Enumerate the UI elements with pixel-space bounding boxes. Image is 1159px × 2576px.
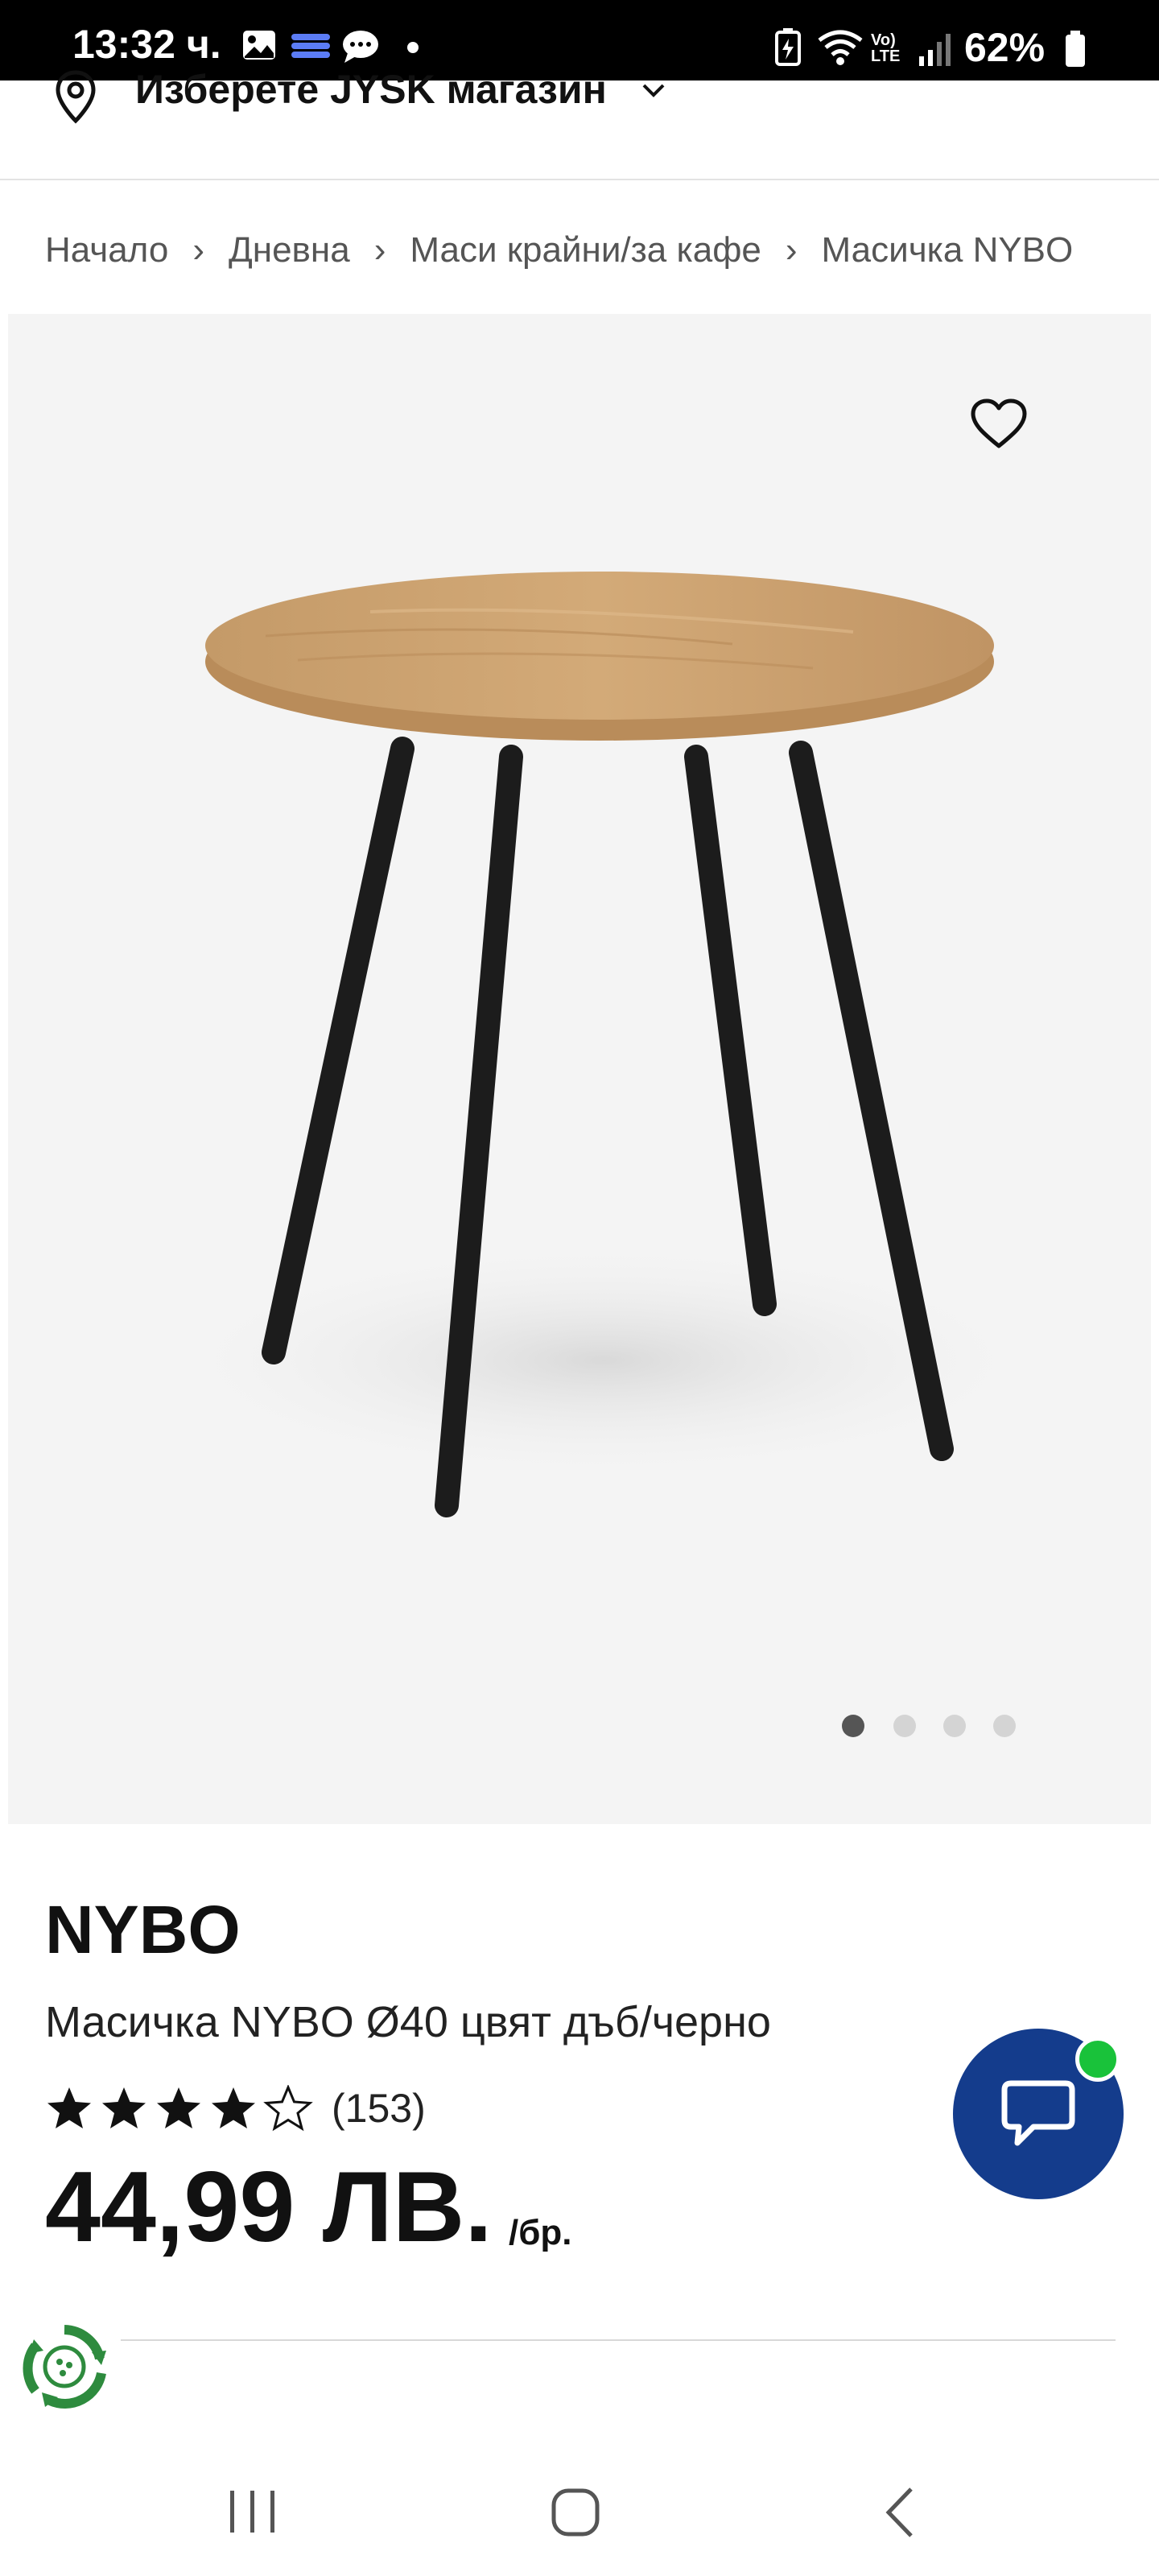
system-nav-bar xyxy=(0,2447,1159,2576)
product-name: Масичка NYBO Ø40 цвят дъб/черно xyxy=(45,1998,771,2046)
product-image-gallery[interactable] xyxy=(8,314,1151,1824)
rating-stars[interactable] xyxy=(45,2085,319,2133)
chevron-down-icon xyxy=(641,82,666,102)
network-type: Vo) LTE xyxy=(871,31,901,65)
breadcrumb-separator: › xyxy=(192,230,204,270)
signal-icon xyxy=(918,32,953,72)
gallery-notification-icon xyxy=(241,29,277,65)
battery-icon xyxy=(1064,31,1087,72)
gallery-dot[interactable] xyxy=(893,1715,916,1737)
home-icon[interactable] xyxy=(551,2487,600,2541)
breadcrumb: Начало › Дневна › Маси крайни/за кафе › Масичк… xyxy=(45,225,1116,275)
gallery-dot[interactable] xyxy=(993,1715,1016,1737)
star-icon xyxy=(47,2087,91,2128)
message-notification-icon xyxy=(341,29,380,68)
star-icon xyxy=(212,2087,255,2128)
data-saver-icon xyxy=(774,27,802,70)
star-icon xyxy=(157,2087,200,2128)
online-status-badge xyxy=(1075,2037,1120,2082)
chat-bubble-icon xyxy=(998,2074,1079,2158)
star-icon xyxy=(102,2087,146,2128)
app-notification-icon xyxy=(290,32,332,64)
breadcrumb-separator: › xyxy=(373,230,386,270)
back-icon[interactable] xyxy=(884,2486,916,2543)
divider xyxy=(121,2339,1116,2341)
product-brand: NYBO xyxy=(45,1892,241,1967)
breadcrumb-separator: › xyxy=(785,230,798,270)
star-outline-icon xyxy=(265,2086,311,2130)
gallery-dot[interactable] xyxy=(842,1715,864,1737)
breadcrumb-item-home[interactable]: Начало xyxy=(45,225,168,275)
store-selector[interactable]: Изберете JYSK магазин xyxy=(0,69,1159,180)
wifi-icon xyxy=(816,29,864,70)
store-selector-label: Изберете JYSK магазин xyxy=(135,67,607,112)
price-unit: /бр. xyxy=(509,2213,572,2252)
breadcrumb-item-side-tables[interactable]: Маси крайни/за кафе xyxy=(410,225,761,275)
rating-count[interactable]: (153) xyxy=(332,2088,426,2128)
gallery-dot[interactable] xyxy=(943,1715,966,1737)
breadcrumb-item-living-room[interactable]: Дневна xyxy=(229,225,350,275)
more-notifications-icon xyxy=(407,42,419,57)
battery-percent: 62% xyxy=(964,25,1046,70)
status-time: 13:32 ч. xyxy=(72,22,221,67)
heart-icon[interactable] xyxy=(969,398,1029,455)
recents-icon[interactable] xyxy=(227,2487,278,2540)
breadcrumb-item-current[interactable]: Масичка NYBO xyxy=(822,225,1074,275)
product-image xyxy=(153,572,1054,1517)
product-price: 44,99 ЛВ. xyxy=(45,2152,493,2263)
location-pin-icon xyxy=(53,69,98,130)
recycle-icon[interactable] xyxy=(18,2320,111,2417)
